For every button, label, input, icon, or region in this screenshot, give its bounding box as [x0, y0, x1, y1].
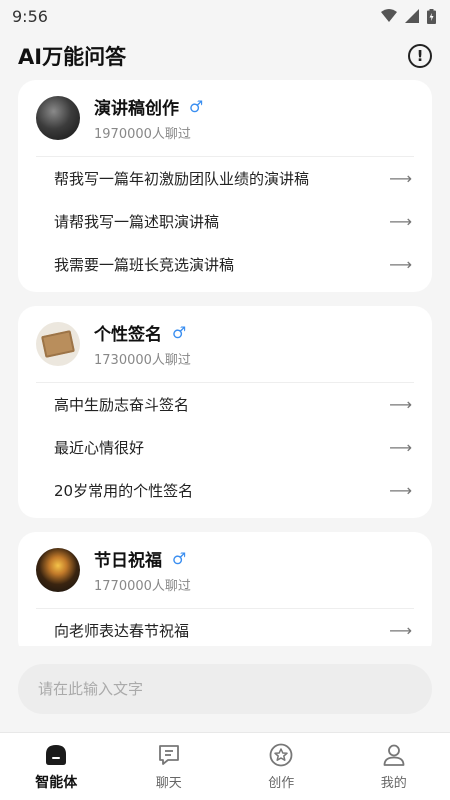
tab-agent[interactable]: 智能体: [16, 742, 96, 792]
card-speech[interactable]: 演讲稿创作 ♂ 1970000人聊过 帮我写一篇年初激励团队业绩的演讲稿 ⟶ 请…: [18, 80, 432, 292]
question-item[interactable]: 请帮我写一篇述职演讲稿 ⟶: [36, 200, 414, 243]
card-header: 节日祝福 ♂ 1770000人聊过: [36, 546, 414, 609]
agent-icon: [46, 744, 67, 765]
wifi-icon: [381, 9, 397, 22]
arrow-right-icon: ⟶: [389, 169, 412, 188]
question-item[interactable]: 我需要一篇班长竞选演讲稿 ⟶: [36, 243, 414, 286]
question-text: 最近心情很好: [54, 439, 145, 457]
question-item[interactable]: 20岁常用的个性签名 ⟶: [36, 469, 414, 512]
arrow-right-icon: ⟶: [389, 395, 412, 414]
chat-count: 1970000人聊过: [94, 127, 191, 142]
question-item[interactable]: 帮我写一篇年初激励团队业绩的演讲稿 ⟶: [36, 157, 414, 200]
question-text: 20岁常用的个性签名: [54, 482, 194, 500]
card-signature[interactable]: 个性签名 ♂ 1730000人聊过 高中生励志奋斗签名 ⟶ 最近心情很好 ⟶ 2…: [18, 306, 432, 518]
profile-icon: [383, 744, 405, 766]
tab-label: 我的: [380, 776, 407, 791]
chat-input[interactable]: [38, 680, 412, 698]
tab-profile[interactable]: 我的: [354, 742, 434, 791]
card-title: 节日祝福: [94, 551, 162, 571]
card-list[interactable]: 演讲稿创作 ♂ 1970000人聊过 帮我写一篇年初激励团队业绩的演讲稿 ⟶ 请…: [0, 80, 450, 646]
arrow-right-icon: ⟶: [389, 481, 412, 500]
question-item[interactable]: 向老师表达春节祝福 ⟶: [36, 609, 414, 646]
card-title: 演讲稿创作: [94, 99, 179, 119]
battery-icon: [427, 8, 436, 24]
arrow-right-icon: ⟶: [389, 621, 412, 640]
avatar: [36, 322, 80, 366]
card-header: 演讲稿创作 ♂ 1970000人聊过: [36, 94, 414, 157]
question-text: 请帮我写一篇述职演讲稿: [54, 213, 220, 231]
question-item[interactable]: 最近心情很好 ⟶: [36, 426, 414, 469]
question-item[interactable]: 高中生励志奋斗签名 ⟶: [36, 383, 414, 426]
page-title: AI万能问答: [18, 45, 127, 69]
avatar: [36, 96, 80, 140]
chat-icon: [158, 745, 179, 765]
card-festival[interactable]: 节日祝福 ♂ 1770000人聊过 向老师表达春节祝福 ⟶: [18, 532, 432, 646]
chat-count: 1770000人聊过: [94, 579, 191, 594]
tab-label: 创作: [268, 776, 295, 791]
tab-chat[interactable]: 聊天: [129, 742, 209, 791]
tab-create[interactable]: 创作: [241, 742, 321, 791]
chat-input-wrapper[interactable]: [18, 664, 432, 714]
question-text: 高中生励志奋斗签名: [54, 396, 190, 414]
status-time: 9:56: [12, 6, 48, 26]
male-gender-icon: ♂: [189, 97, 204, 116]
status-icons: [381, 8, 436, 24]
card-title: 个性签名: [94, 325, 162, 345]
question-text: 向老师表达春节祝福: [54, 622, 190, 640]
male-gender-icon: ♂: [172, 549, 187, 568]
card-header: 个性签名 ♂ 1730000人聊过: [36, 320, 414, 383]
status-bar: 9:56: [0, 0, 450, 32]
bottom-tab-bar: 智能体 聊天 创作 我的: [0, 732, 450, 800]
arrow-right-icon: ⟶: [389, 255, 412, 274]
info-icon[interactable]: !: [408, 44, 432, 68]
tab-label: 聊天: [155, 776, 182, 791]
chat-count: 1730000人聊过: [94, 353, 191, 368]
signal-icon: [405, 9, 419, 23]
tab-label: 智能体: [35, 774, 78, 791]
arrow-right-icon: ⟶: [389, 212, 412, 231]
male-gender-icon: ♂: [172, 323, 187, 342]
avatar: [36, 548, 80, 592]
create-icon: [269, 743, 293, 767]
question-text: 帮我写一篇年初激励团队业绩的演讲稿: [54, 170, 310, 188]
app-header: AI万能问答 !: [0, 32, 450, 80]
arrow-right-icon: ⟶: [389, 438, 412, 457]
question-text: 我需要一篇班长竞选演讲稿: [54, 256, 235, 274]
